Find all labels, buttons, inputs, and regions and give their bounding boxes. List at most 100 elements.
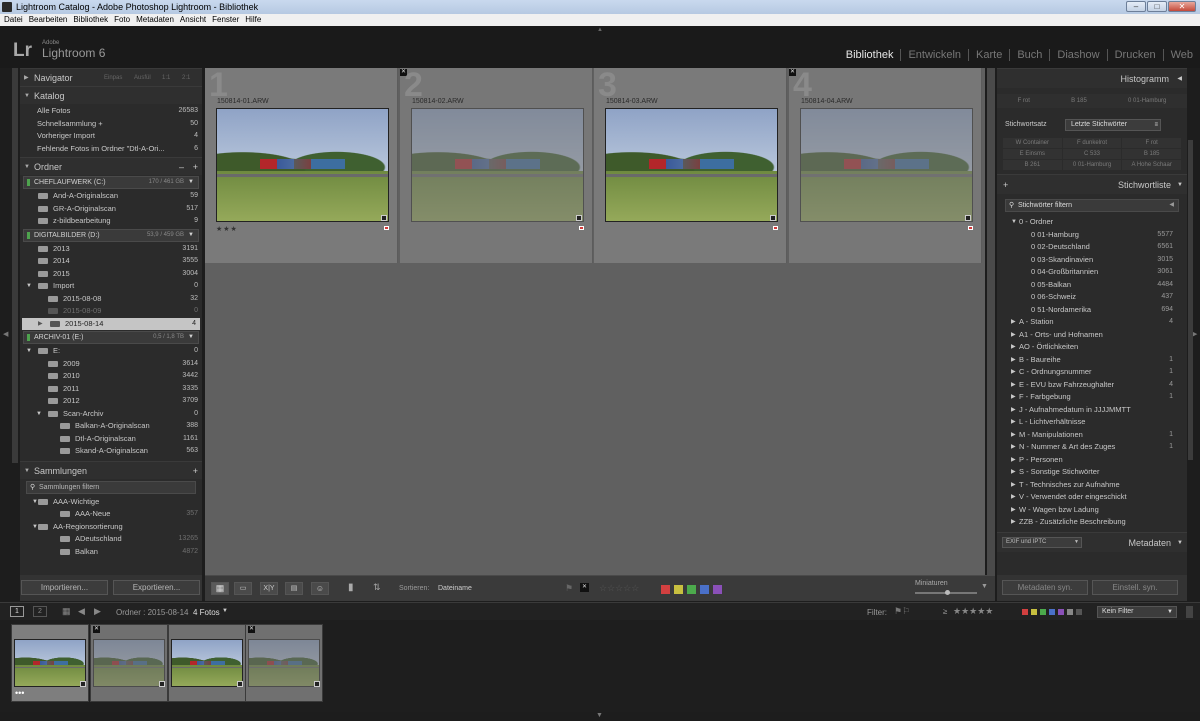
filter-color-yellow[interactable] (1031, 609, 1037, 615)
edit-badge-icon[interactable] (576, 215, 582, 221)
reject-flag-icon[interactable]: ✕ (93, 626, 100, 633)
nav-1to1-option[interactable]: 1:1 (162, 69, 170, 87)
keyword-chip[interactable]: 0 01-Hamburg (1062, 160, 1122, 170)
color-label-blue[interactable] (700, 585, 709, 594)
menu-bibliothek[interactable]: Bibliothek (73, 14, 108, 26)
keyword-row[interactable]: 0 02-Deutschland 6561 (997, 241, 1183, 254)
color-label-green[interactable] (687, 585, 696, 594)
filmstrip-cell[interactable]: ✕ (245, 624, 323, 702)
keyword-row[interactable]: ▶ AO - Örtlichkeiten (997, 341, 1183, 354)
keyword-row[interactable]: 0 03-Skandinavien 3015 (997, 254, 1183, 267)
keyword-row[interactable]: ▶ L - Lichtverhältnisse (997, 416, 1183, 429)
folder-item[interactable]: 2015 3004 (38, 268, 202, 281)
metadaten-header[interactable]: EXIF und IPTC ▼ Metadaten ▼ (997, 532, 1187, 552)
filter-color-green[interactable] (1040, 609, 1046, 615)
keyword-row[interactable]: ▼ 0 - Ordner (997, 216, 1183, 229)
menu-metadaten[interactable]: Metadaten (136, 14, 174, 26)
folder-item[interactable]: 2011 3335 (38, 383, 202, 396)
katalog-header[interactable]: ▼ Katalog (20, 86, 202, 104)
folder-item[interactable]: And-A-Originalscan 59 (38, 190, 202, 203)
menu-foto[interactable]: Foto (114, 14, 130, 26)
keyword-chip[interactable]: B 185 (1122, 149, 1181, 159)
ordner-header[interactable]: ▼ Ordner – + (20, 157, 202, 175)
folder-item[interactable]: 2010 3442 (38, 370, 202, 383)
photo-thumbnail[interactable] (605, 108, 778, 222)
keyword-chip[interactable]: B 261 (1003, 160, 1062, 170)
rating-operator[interactable]: ≥ (943, 607, 947, 616)
grid-cell[interactable]: ✕ 4 150814-04.ARW (789, 66, 982, 263)
folder-item[interactable]: 2015-08-09 0 (38, 305, 202, 318)
collapse-bottom-icon[interactable]: ▼ (596, 712, 603, 719)
survey-view-button[interactable]: ▤ (285, 582, 303, 595)
grid-view-button[interactable]: ▦ (211, 582, 229, 595)
keyword-row[interactable]: ▶ E - EVU bzw Fahrzeughalter 4 (997, 379, 1183, 392)
keyword-chip[interactable]: A Hohe Schaar (1122, 160, 1181, 170)
katalog-item-vorheriger[interactable]: Vorheriger Import 4 (37, 130, 202, 143)
keyword-row[interactable]: ▶ T - Technisches zur Aufnahme (997, 479, 1183, 492)
filter-color-none[interactable] (1067, 609, 1073, 615)
reject-flag-icon[interactable]: ✕ (248, 626, 255, 633)
keyword-row[interactable]: 0 04-Großbritannien 3061 (997, 266, 1183, 279)
edit-badge-icon[interactable] (965, 215, 971, 221)
keyword-row[interactable]: ▶ B - Baureihe 1 (997, 354, 1183, 367)
photo-count[interactable]: 4 Fotos (193, 608, 220, 617)
menu-hilfe[interactable]: Hilfe (245, 14, 261, 26)
grid-cell[interactable]: ✕ 2 150814-02.ARW (400, 66, 593, 263)
star-rating[interactable]: ★★★ (216, 225, 238, 233)
compare-view-button[interactable]: X|Y (260, 582, 278, 595)
filter-color-other[interactable] (1076, 609, 1082, 615)
source-label[interactable]: Ordner : 2015-08-14 (116, 608, 189, 617)
keyword-row[interactable]: ▶ P - Personen (997, 454, 1183, 467)
filter-color-red[interactable] (1022, 609, 1028, 615)
ordner-remove-button[interactable]: – (179, 158, 184, 176)
keyword-row[interactable]: ▶ ZZB - Zusätzliche Beschreibung (997, 516, 1183, 529)
module-buch[interactable]: Buch (1010, 49, 1051, 61)
folder-item[interactable]: 2015-08-08 32 (38, 293, 202, 306)
filter-preset-select[interactable]: Kein Filter ▼ (1097, 606, 1177, 618)
katalog-item-fehlende[interactable]: Fehlende Fotos im Ordner "Dtl-A-Ori... 6 (37, 143, 202, 156)
nav-2to1-option[interactable]: 2:1 (182, 69, 190, 87)
navigator-header[interactable]: ▶ Navigator Einpas Ausfül 1:1 2:1 (20, 68, 202, 86)
keyword-row[interactable]: ▶ A - Station 4 (997, 316, 1183, 329)
keyword-row[interactable]: 0 51-Nordamerika 694 (997, 304, 1183, 317)
keyword-chip[interactable]: W Container (1003, 138, 1062, 148)
keyword-set-select[interactable]: Letzte Stichwörter ≡ (1065, 119, 1161, 131)
sammlungen-add-button[interactable]: + (193, 462, 198, 480)
katalog-item-schnell[interactable]: Schnellsammlung +50 (37, 118, 202, 131)
filter-color-purple[interactable] (1058, 609, 1064, 615)
thumbnail-size-slider[interactable] (915, 590, 977, 595)
folder-item[interactable]: ▼ Import 0 (26, 280, 202, 293)
reject-icon[interactable]: ✕ (580, 583, 589, 592)
module-entwickeln[interactable]: Entwickeln (901, 49, 970, 61)
photo-thumbnail[interactable] (216, 108, 389, 222)
sort-select[interactable]: Dateiname (438, 585, 472, 592)
filmstrip-thumbnail[interactable] (171, 639, 243, 687)
keyword-chip[interactable]: C 533 (1062, 149, 1122, 159)
spray-can-icon[interactable]: ▮ (348, 582, 354, 593)
menu-datei[interactable]: Datei (4, 14, 23, 26)
filmstrip-thumbnail[interactable] (93, 639, 165, 687)
metadata-preset-select[interactable]: EXIF und IPTC ▼ (1002, 537, 1082, 548)
maximize-button[interactable]: □ (1147, 1, 1167, 12)
toolbar-menu-icon[interactable]: ▼ (981, 583, 988, 590)
flag-icon[interactable]: ⚑ (565, 583, 573, 594)
filmstrip-thumbnail[interactable] (14, 639, 86, 687)
filter-lock-icon[interactable] (1186, 606, 1193, 618)
collection-set[interactable]: ▼ AA-Regionsortierung (32, 521, 202, 534)
volume-e[interactable]: ARCHIV-01 (E:) 0,5 / 1,8 TB ▼ (23, 331, 199, 344)
collection-item[interactable]: AAA-Neue 357 (38, 508, 202, 521)
menu-fenster[interactable]: Fenster (212, 14, 239, 26)
module-bibliothek[interactable]: Bibliothek (839, 49, 902, 61)
folder-item[interactable]: 2014 3555 (38, 255, 202, 268)
edit-badge-icon[interactable] (770, 215, 776, 221)
right-scrollbar[interactable] (1188, 140, 1193, 460)
module-drucken[interactable]: Drucken (1108, 49, 1164, 61)
module-karte[interactable]: Karte (969, 49, 1011, 61)
collection-item[interactable]: ADeutschland 13265 (38, 533, 202, 546)
minimize-button[interactable]: – (1126, 1, 1146, 12)
photo-thumbnail[interactable] (411, 108, 584, 222)
keyword-row[interactable]: ▶ A1 - Orts- und Hofnamen (997, 329, 1183, 342)
edit-badge-icon[interactable] (314, 681, 320, 687)
grid-cell[interactable]: 3 150814-03.ARW (594, 66, 787, 263)
folder-item[interactable]: Balkan-A-Originalscan 388 (38, 420, 202, 433)
